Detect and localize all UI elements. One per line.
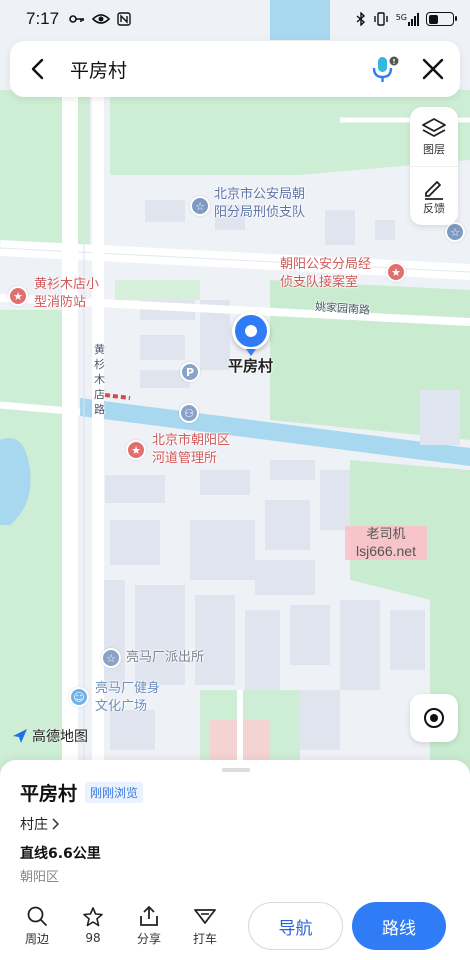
star-icon [83,907,103,927]
location-pin[interactable] [232,312,270,350]
navigate-button[interactable]: 导航 [248,902,343,950]
place-title-row: 平房村 刚刚浏览 [20,779,144,806]
poi-label-line: 北京市公安局朝 [214,187,306,202]
back-button[interactable] [10,41,64,97]
poi-label-line: 河道管理所 [152,451,218,466]
share-button[interactable]: 分享 [121,905,177,947]
taxi-label: 打车 [192,931,217,946]
poi-label-line: 亮马厂健身 [95,681,161,696]
search-icon [27,906,47,926]
road-label-yaojiayuan: 姚家园南路 [314,300,371,317]
key-icon [69,15,85,23]
feedback-button[interactable]: 反馈 [410,166,458,225]
poi-label-river-office[interactable]: 北京市朝阳区 河道管理所 [152,432,230,468]
police-station-poi-icon[interactable]: ☆ [101,648,121,668]
fire-station-poi-icon[interactable]: ★ [8,286,28,306]
road-label-huangshanmudian: 黄 杉 木 店 路 [94,342,105,417]
eye-icon [92,14,111,24]
close-button[interactable] [406,41,460,97]
close-icon [422,58,444,80]
favorite-button[interactable]: 98 [65,906,121,945]
road-label-char: 店 [94,388,105,401]
road-label-char: 杉 [94,358,105,371]
action-bar: 周边 98 分享 打车 导航 路线 [0,891,470,960]
poi-label-line: 文化广场 [95,699,148,714]
watermark-line2: lsj666.net [356,543,416,559]
favorite-count: 98 [85,931,101,945]
police-poi-icon[interactable]: ☆ [445,222,465,242]
brand-label: 高德地图 [32,729,88,745]
brand-arrow-icon [13,729,27,743]
pin-label: 平房村 [228,357,274,375]
search-bar[interactable]: 平房村 [10,41,460,97]
signal-5g-icon: 5G [395,12,419,26]
poi-label-police-bureau[interactable]: 北京市公安局朝 阳分局刑侦支队 [214,186,305,222]
status-time: 7:17 [26,9,60,28]
layers-button[interactable]: 图层 [410,107,458,166]
nfc-icon [117,12,131,26]
road-label-char: 路 [94,403,105,416]
road-label-char: 黄 [94,343,105,356]
square-poi-icon[interactable]: ☺ [69,687,89,707]
poi-label-culture-square[interactable]: 亮马厂健身 文化广场 [95,680,160,716]
police-poi-icon[interactable]: ☆ [190,196,210,216]
place-category-link[interactable]: 村庄 [20,814,60,834]
road-label-char: 木 [94,373,105,386]
feedback-pen-icon [425,181,443,200]
chevron-right-icon [52,818,60,830]
bluetooth-icon [356,12,365,26]
taxi-button[interactable]: 打车 [177,905,233,947]
poi-label-line: 阳分局刑侦支队 [214,205,306,220]
voice-input-icon [372,56,399,82]
network-label: 5G [395,12,407,22]
sheet-handle[interactable] [222,768,250,772]
share-icon [140,905,158,926]
vibrate-icon [374,12,388,26]
back-icon [31,58,44,80]
battery-icon [426,12,457,26]
share-label: 分享 [136,931,161,946]
government-poi-icon[interactable]: ★ [126,440,146,460]
pin-center-icon [245,325,257,337]
locate-icon [424,708,444,728]
status-bar: 7:17 5G [0,0,470,38]
recent-badge: 刚刚浏览 [85,782,144,803]
watermark-line1: 老司机 [366,527,406,542]
poi-label-line: 型消防站 [34,295,87,310]
nearby-button[interactable]: 周边 [9,905,65,947]
restroom-icon[interactable]: ⚇ [179,403,199,423]
watermark: 老司机 lsj666.net [345,526,427,560]
route-button[interactable]: 路线 [352,902,446,950]
layers-icon [422,117,446,137]
place-category: 村庄 [20,817,48,833]
place-distance: 直线6.6公里 [20,846,101,862]
map-canvas [0,0,470,780]
place-district: 朝阳区 [20,870,60,885]
map-tools-panel: 图层 反馈 [410,107,458,225]
voice-input-button[interactable] [362,41,406,97]
poi-label-chaoyang-police[interactable]: 朝阳公安分局经 侦支队接案室 [280,256,371,292]
poi-label-police-station[interactable]: 亮马厂派出所 [126,649,204,667]
search-query[interactable]: 平房村 [64,56,362,83]
map-view[interactable]: ☆ 北京市公安局朝 阳分局刑侦支队 ☆ 朝阳公安分局经 侦支队接案室 ★ ★ 黄… [0,0,470,780]
map-brand: 高德地图 [12,726,88,746]
layers-label: 图层 [423,142,445,156]
poi-label-line: 侦支队接案室 [280,275,359,290]
poi-label-line: 朝阳公安分局经 [280,257,372,272]
feedback-label: 反馈 [423,202,445,215]
place-name: 平房村 [20,783,78,805]
taxi-icon [194,908,216,924]
poi-label-line: 北京市朝阳区 [152,433,231,448]
parking-icon[interactable]: P [180,362,200,382]
pin-tail-icon [246,349,256,356]
government-poi-icon[interactable]: ★ [386,262,406,282]
poi-label-fire-station[interactable]: 黄衫木店小 型消防站 [34,276,99,312]
poi-label-line: 黄衫木店小 [34,277,100,292]
nearby-label: 周边 [24,931,49,946]
locate-me-button[interactable] [410,694,458,742]
